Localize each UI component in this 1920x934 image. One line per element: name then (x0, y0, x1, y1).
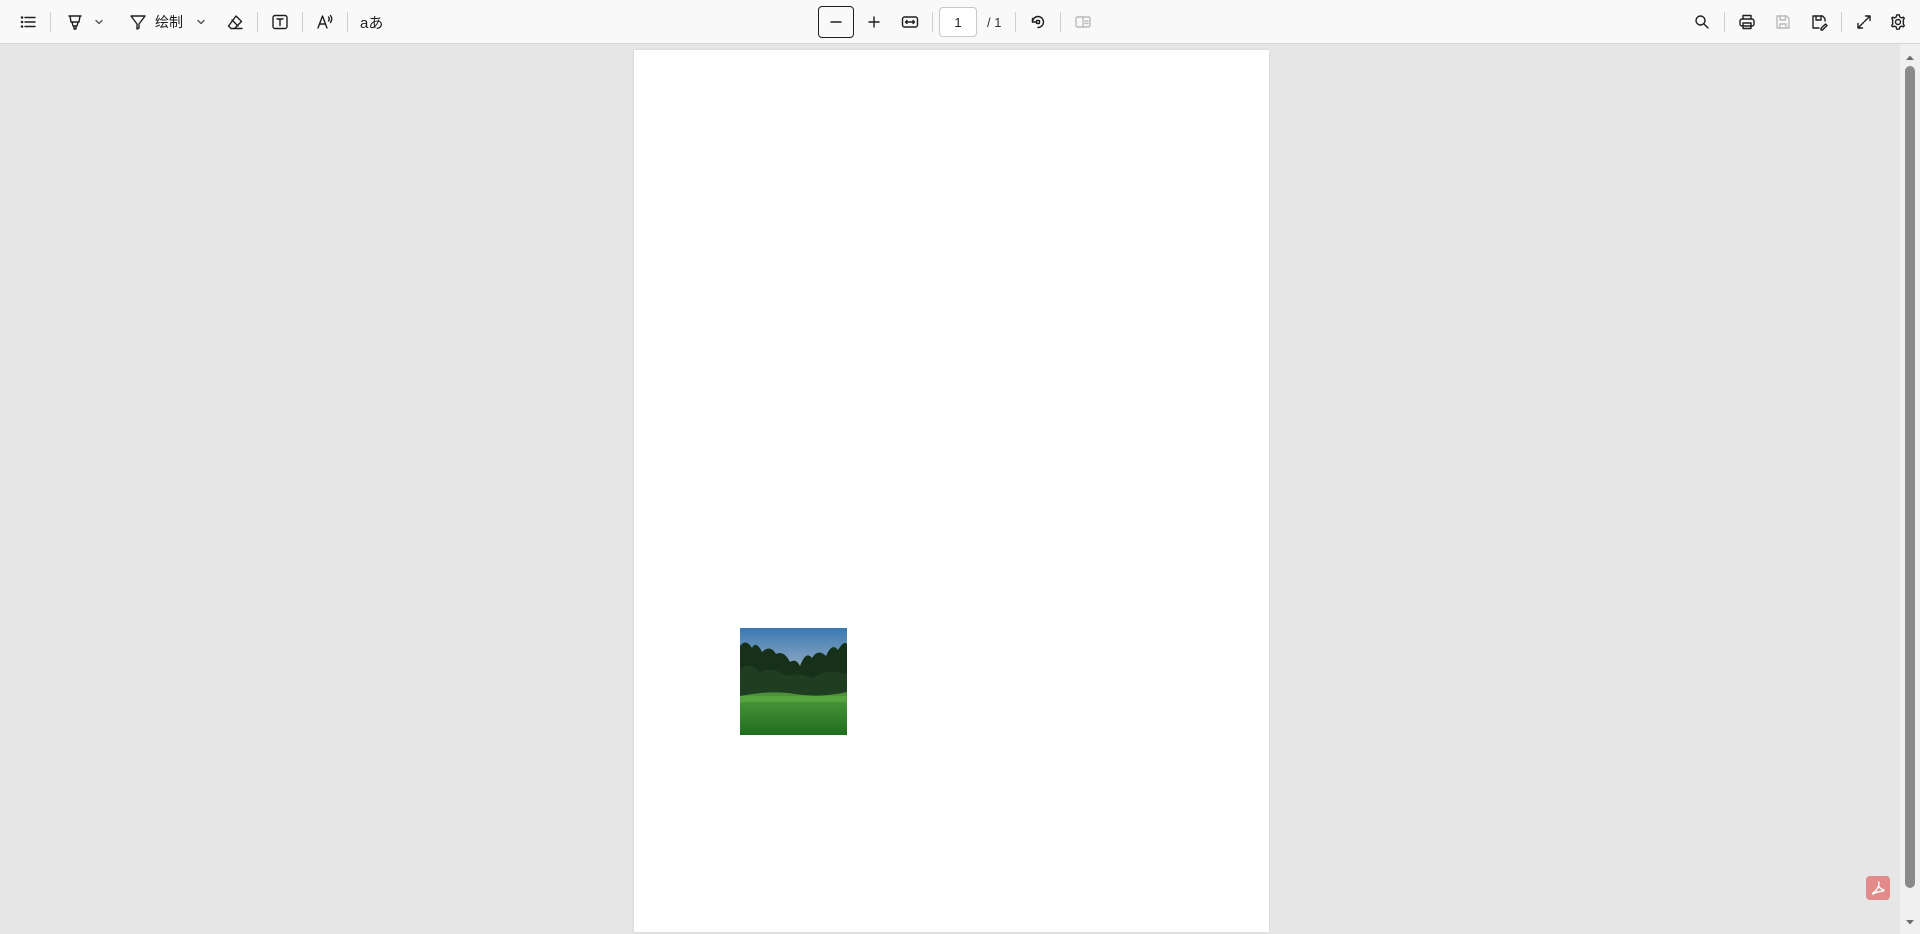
acrobat-icon (1871, 881, 1885, 895)
triangle-down-icon (1906, 920, 1914, 925)
scroll-up-arrow[interactable] (1905, 50, 1915, 60)
highlighter-icon (68, 15, 82, 30)
read-aloud-button[interactable] (309, 6, 341, 38)
print-button[interactable] (1731, 6, 1763, 38)
draw-dropdown[interactable] (191, 6, 211, 38)
search-button[interactable] (1686, 6, 1718, 38)
fit-width-icon (901, 16, 919, 28)
textbox-button[interactable] (264, 6, 296, 38)
separator (1841, 12, 1842, 32)
pen-icon (130, 15, 146, 30)
separator (347, 12, 348, 32)
print-icon (1739, 14, 1755, 30)
separator (932, 12, 933, 32)
save-button[interactable] (1767, 6, 1799, 38)
page-view-button[interactable] (1067, 6, 1099, 38)
search-icon (1695, 15, 1709, 29)
contents-button[interactable] (12, 6, 44, 38)
zoom-in-button[interactable] (858, 6, 890, 38)
erase-button[interactable] (219, 6, 251, 38)
chevron-down-icon (197, 19, 205, 25)
list-icon (20, 16, 36, 28)
separator (50, 12, 51, 32)
separator (1060, 12, 1062, 32)
gear-icon (1891, 14, 1905, 30)
page-total: / 1 (987, 14, 1002, 30)
zoom-out-button[interactable] (818, 6, 854, 38)
pdf-viewer: 绘制 aあ 1 / 1 (0, 0, 1920, 934)
chevron-down-icon (95, 19, 103, 25)
toolbar-left: 绘制 aあ (12, 0, 389, 44)
triangle-up-icon (1906, 55, 1914, 60)
read-aloud-icon (317, 14, 333, 29)
landscape-photo (740, 628, 847, 735)
draw-label: 绘制 (155, 14, 183, 30)
pdf-page (634, 50, 1269, 932)
page-number-input[interactable] (939, 7, 977, 37)
fullscreen-button[interactable] (1848, 6, 1880, 38)
toolbar: 绘制 aあ 1 / 1 (0, 0, 1920, 44)
scroll-thumb[interactable] (1905, 66, 1915, 888)
scroll-down-arrow[interactable] (1905, 914, 1915, 925)
fit-width-button[interactable] (894, 6, 926, 38)
plus-icon (868, 16, 880, 28)
minus-icon (830, 21, 842, 23)
rotate-button[interactable] (1022, 6, 1054, 38)
separator (1015, 12, 1017, 32)
acrobat-button[interactable] (1866, 876, 1890, 900)
eraser-icon (227, 15, 243, 30)
highlight-button[interactable] (57, 6, 89, 38)
translate-glyph: aあ (360, 14, 384, 32)
save-icon (1776, 15, 1790, 29)
highlight-dropdown[interactable] (89, 6, 109, 38)
translate-button[interactable]: aあ (354, 6, 389, 38)
toolbar-right (1686, 0, 1914, 44)
rotate-icon (1032, 15, 1045, 29)
page-view-icon (1075, 16, 1092, 28)
settings-button[interactable] (1882, 6, 1914, 38)
document-viewport[interactable] (0, 44, 1920, 934)
text-box-icon (272, 14, 288, 30)
save-as-button[interactable] (1803, 6, 1835, 38)
toolbar-center: / 1 (818, 0, 1099, 44)
expand-icon (1857, 15, 1871, 29)
separator (257, 12, 258, 32)
save-as-icon (1812, 15, 1828, 31)
separator (1724, 12, 1725, 32)
draw-button[interactable]: 绘制 (123, 6, 191, 38)
separator (302, 12, 303, 32)
vertical-scrollbar[interactable] (1900, 44, 1920, 934)
